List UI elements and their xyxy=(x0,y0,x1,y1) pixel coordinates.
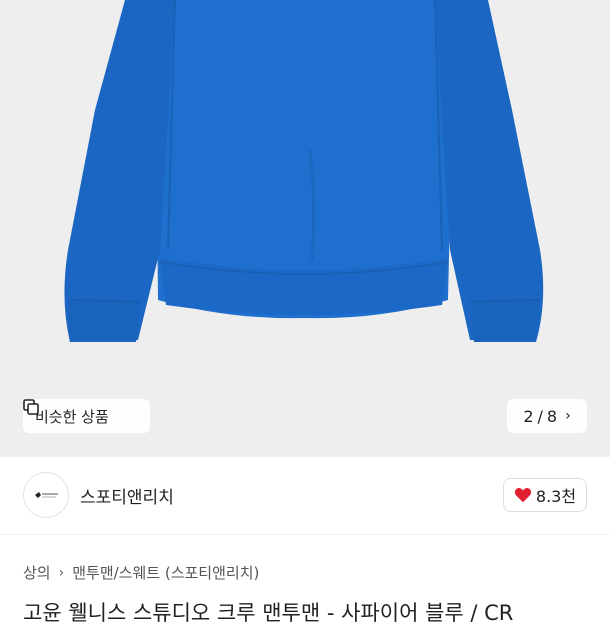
image-counter-separator: / xyxy=(537,406,543,426)
image-counter-total: 8 xyxy=(546,406,558,426)
heart-icon xyxy=(514,488,532,503)
similar-products-label: 비슷한 상품 xyxy=(35,407,109,426)
breadcrumb: 상의 › 맨투맨/스웨트 (스포티앤리치) xyxy=(23,562,259,583)
product-image-carousel[interactable]: 비슷한 상품 2 / 8 › xyxy=(0,0,610,457)
product-title: 고윤 웰니스 스튜디오 크루 맨투맨 - 사파이어 블루 / CR xyxy=(23,601,514,625)
image-counter-current: 2 xyxy=(523,406,534,426)
breadcrumb-item-category[interactable]: 맨투맨/스웨트 (스포티앤리치) xyxy=(72,562,259,583)
shop-info-row: 스포티앤리치 8.3천 xyxy=(0,458,610,535)
like-count: 8.3천 xyxy=(535,487,577,506)
shop-logo[interactable] xyxy=(23,472,69,518)
product-photo-sweatshirt xyxy=(64,0,544,342)
chevron-right-icon: › xyxy=(58,564,65,581)
shop-name[interactable]: 스포티앤리치 xyxy=(80,483,174,508)
image-counter-button[interactable]: 2 / 8 › xyxy=(507,399,587,433)
chevron-right-icon: › xyxy=(565,408,571,424)
similar-products-button[interactable]: 비슷한 상품 xyxy=(23,399,150,433)
copy-icon xyxy=(23,399,39,415)
like-button[interactable]: 8.3천 xyxy=(503,478,587,512)
breadcrumb-item-top[interactable]: 상의 xyxy=(23,562,51,583)
shop-logo-image xyxy=(24,473,68,517)
